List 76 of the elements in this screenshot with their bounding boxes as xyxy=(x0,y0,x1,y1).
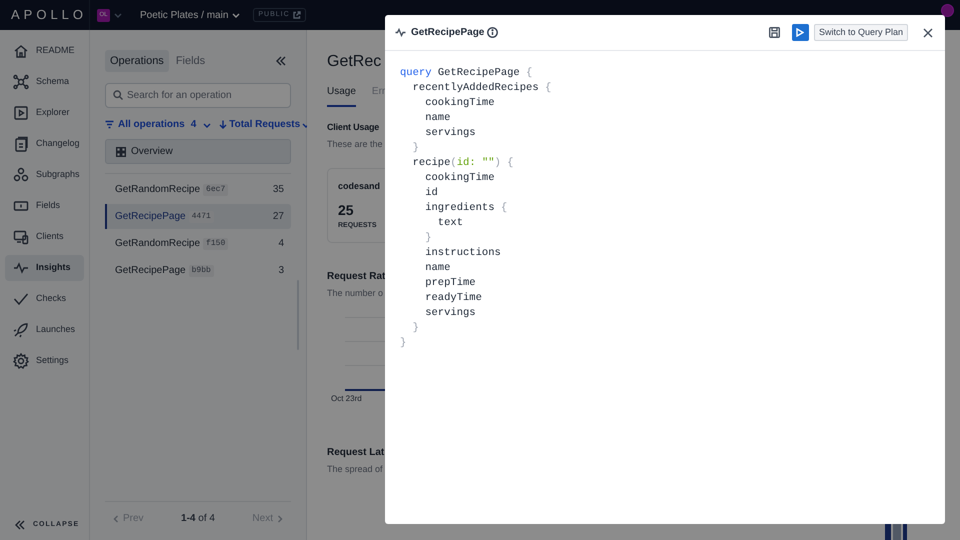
chevron-down-icon xyxy=(203,120,212,128)
section-description: The number o xyxy=(327,287,384,300)
chevron-down-icon xyxy=(114,11,122,19)
search-field[interactable]: Search for an operation xyxy=(105,83,291,108)
hash-tag: 4471 xyxy=(188,210,214,222)
query-plan-button[interactable]: Switch to Query Plan xyxy=(814,24,908,41)
info-icon xyxy=(487,27,498,38)
network-icon xyxy=(13,74,29,90)
user-avatar[interactable] xyxy=(941,4,954,17)
operation-name: GetRecipePage xyxy=(115,210,186,224)
grid-icon xyxy=(116,146,126,156)
request-count: 3 xyxy=(278,264,284,278)
page-range: 1-4 of 4 xyxy=(181,512,215,526)
client-name: codesand xyxy=(338,180,380,193)
arrow-down-icon xyxy=(219,120,228,129)
dialog-title: GetRecipePage xyxy=(411,26,484,40)
content-tab[interactable]: Usage xyxy=(327,84,356,107)
query-text: query GetRecipePage { recentlyAddedRecipes { cookingTime name servings } recipe(id: "") { cookingTime id ingredients { text } instructions name prepTime readyTime servings } } xyxy=(399,66,552,351)
operation-row[interactable]: GetRecipePage b9bb 3 xyxy=(105,258,291,283)
document-icon xyxy=(13,136,29,152)
graph-selector[interactable]: Poetic Plates / main xyxy=(140,8,240,22)
axis-label: Oct 23rd xyxy=(331,392,362,404)
hash-tag: f150 xyxy=(203,238,228,250)
section-heading: Client Usage xyxy=(327,121,380,134)
pulse-icon xyxy=(13,260,29,276)
request-total: 25 xyxy=(338,200,354,220)
chevron-left-icon xyxy=(113,514,119,522)
panel-tab[interactable]: Operations xyxy=(105,50,169,72)
operation-name: GetRandomRecipe xyxy=(115,237,200,251)
sidebar-item[interactable]: Fields xyxy=(5,193,84,219)
request-count: 4 xyxy=(278,237,284,251)
page-title: GetRec xyxy=(327,52,382,72)
external-link-icon xyxy=(292,11,301,19)
sidebar-item[interactable]: Settings xyxy=(5,348,84,374)
sidebar-item[interactable]: Launches xyxy=(5,317,84,343)
sidebar-item[interactable]: Explorer xyxy=(5,100,84,126)
section-heading: Request Lat xyxy=(327,446,384,460)
chevron-right-icon xyxy=(276,514,283,522)
request-count: 27 xyxy=(272,210,284,224)
double-chevron-left-icon xyxy=(15,520,25,530)
house-icon xyxy=(13,43,29,59)
panel-tab[interactable]: Fields xyxy=(170,50,210,72)
section-description: These are the xyxy=(327,138,383,150)
sidebar-item[interactable]: Schema xyxy=(5,69,84,95)
double-chevron-left-icon xyxy=(276,56,286,66)
operation-row[interactable]: GetRandomRecipe f150 4 xyxy=(105,231,291,256)
devices-icon xyxy=(13,229,29,245)
checkmark-icon xyxy=(13,291,29,307)
operation-name: GetRandomRecipe xyxy=(115,183,200,197)
run-button[interactable] xyxy=(792,24,809,41)
sidebar-item[interactable]: Clients xyxy=(5,224,84,250)
sidebar-item[interactable]: Checks xyxy=(5,286,84,312)
hash-tag: b9bb xyxy=(188,264,214,276)
play-icon xyxy=(796,28,804,37)
request-count: 35 xyxy=(272,183,284,197)
play-square-icon xyxy=(13,105,29,121)
sidebar-item[interactable]: Insights xyxy=(5,255,84,281)
filter-icon xyxy=(105,120,114,129)
logo[interactable]: APOLLO xyxy=(10,4,88,26)
operation-name: GetRecipePage xyxy=(115,264,186,278)
sidebar-item[interactable]: README xyxy=(5,38,84,64)
chevron-down-icon xyxy=(232,11,240,19)
overview-button[interactable]: Overview xyxy=(105,139,291,164)
settings-icon xyxy=(13,353,29,369)
sidebar-item[interactable]: Changelog xyxy=(5,131,84,157)
operation-row[interactable]: GetRecipePage 4471 27 xyxy=(105,204,291,229)
cluster-icon xyxy=(13,167,29,183)
operation-row[interactable]: GetRandomRecipe 6ec7 35 xyxy=(105,177,291,202)
sidebar-item[interactable]: Subgraphs xyxy=(5,162,84,188)
section-description: The spread of xyxy=(327,462,383,476)
save-icon xyxy=(768,27,780,38)
filter-dropdown[interactable]: All operations 4 xyxy=(105,117,212,132)
close-icon xyxy=(923,28,933,38)
hash-tag: 6ec7 xyxy=(203,184,228,196)
pulse-icon xyxy=(395,27,406,38)
section-heading: Request Rat xyxy=(327,270,386,284)
